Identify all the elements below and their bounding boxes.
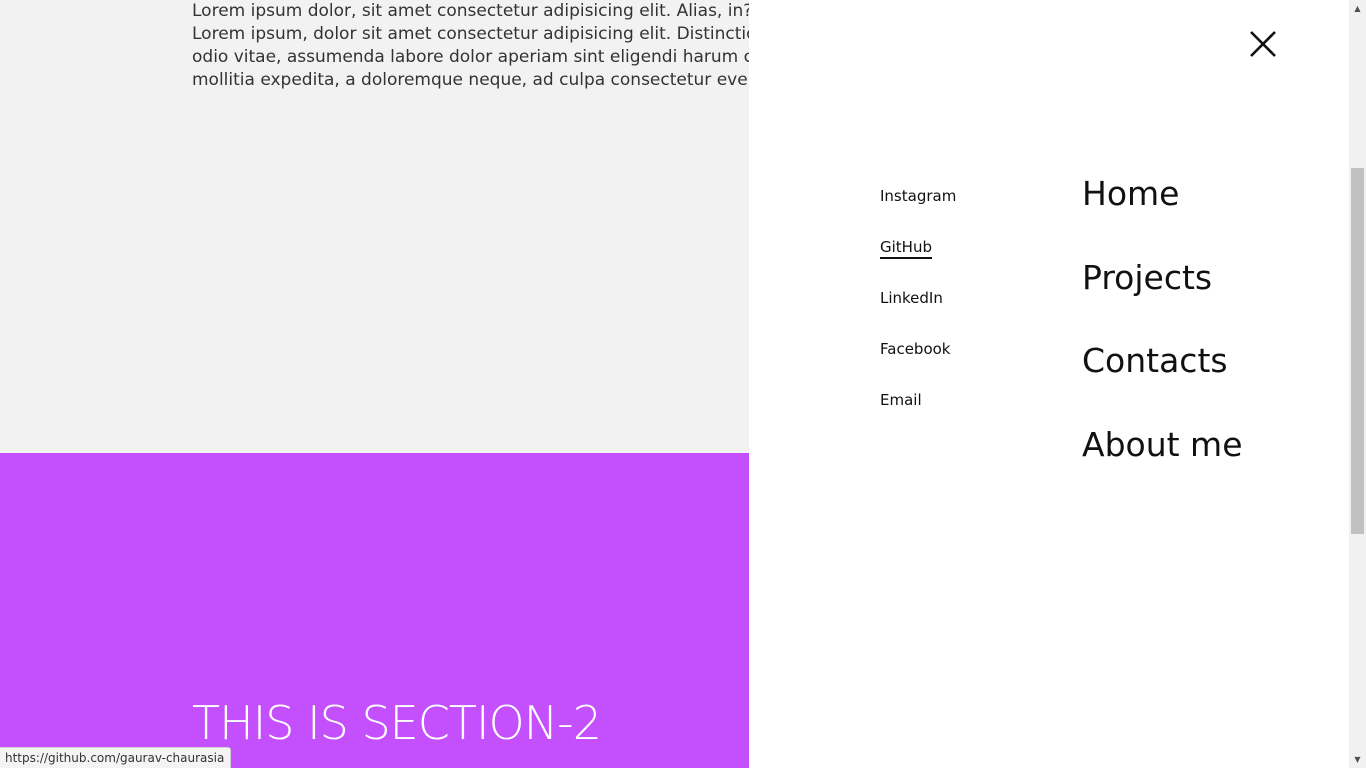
social-item-facebook: Facebook	[880, 338, 956, 389]
scrollbar-thumb[interactable]	[1351, 168, 1364, 534]
close-menu-button[interactable]	[1249, 30, 1277, 58]
vertical-scrollbar[interactable]: ▲ ▼	[1349, 0, 1366, 768]
nav-link-projects[interactable]: Projects	[1082, 258, 1212, 297]
page: Lorem ipsum dolor, sit amet consectetur …	[0, 0, 1366, 768]
email-link[interactable]: Email	[880, 391, 922, 409]
nav-item-about: About me	[1082, 423, 1243, 507]
social-item-email: Email	[880, 389, 956, 440]
nav-item-contacts: Contacts	[1082, 339, 1243, 423]
close-icon	[1250, 31, 1276, 57]
nav-link-home[interactable]: Home	[1082, 174, 1179, 213]
social-item-github: GitHub	[880, 236, 956, 287]
main-nav: Home Projects Contacts About me	[1082, 172, 1243, 506]
lorem-line: odio vitae, assumenda labore dolor aperi…	[192, 47, 750, 67]
nav-item-home: Home	[1082, 172, 1243, 256]
social-item-instagram: Instagram	[880, 185, 956, 236]
lorem-line: mollitia expedita, a doloremque neque, a…	[192, 70, 750, 90]
section-1: Lorem ipsum dolor, sit amet consectetur …	[0, 0, 750, 453]
status-bar-url: https://github.com/gaurav-chaurasia	[0, 747, 232, 768]
menu-panel: Instagram GitHub LinkedIn Facebook Email…	[749, 0, 1349, 768]
github-link[interactable]: GitHub	[880, 238, 932, 259]
lorem-line: Lorem ipsum dolor, sit amet consectetur …	[192, 1, 750, 21]
nav-link-about[interactable]: About me	[1082, 425, 1243, 464]
nav-item-projects: Projects	[1082, 256, 1243, 340]
nav-link-contacts[interactable]: Contacts	[1082, 341, 1228, 380]
facebook-link[interactable]: Facebook	[880, 340, 950, 358]
instagram-link[interactable]: Instagram	[880, 187, 956, 205]
lorem-line: Lorem ipsum, dolor sit amet consectetur …	[192, 24, 750, 44]
section-2-title: THIS IS SECTION-2	[192, 696, 602, 750]
lorem-text: Lorem ipsum dolor, sit amet consectetur …	[192, 0, 750, 92]
scroll-down-arrow-icon[interactable]: ▼	[1349, 751, 1366, 768]
social-links: Instagram GitHub LinkedIn Facebook Email	[880, 185, 956, 440]
linkedin-link[interactable]: LinkedIn	[880, 289, 943, 307]
section-2: THIS IS SECTION-2	[0, 453, 750, 768]
social-item-linkedin: LinkedIn	[880, 287, 956, 338]
scroll-up-arrow-icon[interactable]: ▲	[1349, 0, 1366, 17]
